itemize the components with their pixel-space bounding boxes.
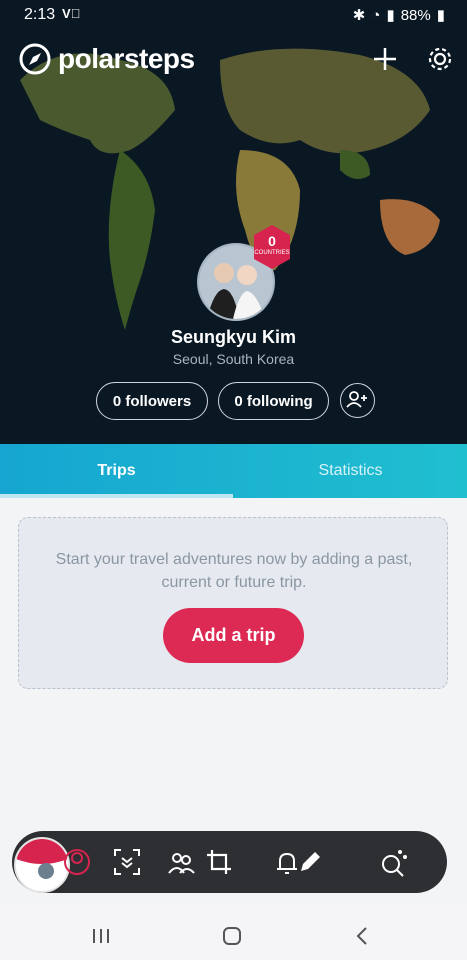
profile-location: Seoul, South Korea [172, 351, 295, 367]
tab-trips[interactable]: Trips [0, 444, 233, 498]
brand: polarsteps [18, 42, 195, 76]
vi-icon: V⃝ [62, 6, 81, 21]
home-icon[interactable] [220, 924, 244, 948]
system-nav-bar [0, 906, 467, 960]
search-share-icon[interactable] [378, 847, 408, 877]
empty-trips-card: Start your travel adventures now by addi… [18, 517, 448, 689]
empty-state-message: Start your travel adventures now by addi… [55, 551, 413, 591]
battery-label: 88% [400, 6, 431, 24]
bluetooth-icon: ✱ [352, 7, 366, 24]
person-icon[interactable] [62, 847, 92, 877]
scan-icon[interactable] [112, 847, 142, 877]
profile-header: 2:13 V⃝ ✱ ◔ ▮ 88% ▮ polarsteps 0 COUNTRI… [0, 0, 467, 444]
add-trip-button[interactable]: Add a trip [163, 608, 304, 663]
crop-icon[interactable] [204, 847, 234, 877]
brand-name: polarsteps [58, 43, 195, 74]
countries-badge: 0 COUNTRIES [250, 223, 294, 271]
countries-label: COUNTRIES [254, 250, 290, 256]
plus-icon[interactable] [370, 44, 400, 74]
gear-icon[interactable] [425, 44, 455, 74]
battery-icon: ▮ [436, 7, 445, 24]
tab-statistics-label: Statistics [318, 462, 383, 479]
compass-icon [19, 43, 51, 75]
wifi-icon: ◔ [371, 6, 381, 24]
tab-active-indicator [0, 494, 233, 498]
status-time: 2:13 [24, 6, 56, 23]
floating-toolbar [12, 831, 447, 893]
followers-button[interactable]: 0 followers [96, 382, 208, 420]
back-icon[interactable] [351, 924, 375, 948]
pencil-icon[interactable] [295, 847, 325, 877]
status-bar: 2:13 V⃝ ✱ ◔ ▮ 88% ▮ [0, 0, 467, 32]
tab-bar: Trips Statistics [0, 444, 467, 498]
recent-apps-icon[interactable] [89, 924, 113, 948]
add-person-icon [346, 391, 367, 408]
tab-trips-label: Trips [97, 462, 136, 479]
profile-name: Seungkyu Kim [170, 327, 297, 347]
following-button[interactable]: 0 following [218, 382, 329, 420]
people-icon[interactable] [166, 847, 196, 877]
tab-statistics[interactable]: Statistics [234, 444, 467, 498]
add-friend-button[interactable] [340, 383, 375, 418]
countries-count: 0 [268, 233, 276, 249]
signal-icon: ▮ [386, 7, 395, 24]
